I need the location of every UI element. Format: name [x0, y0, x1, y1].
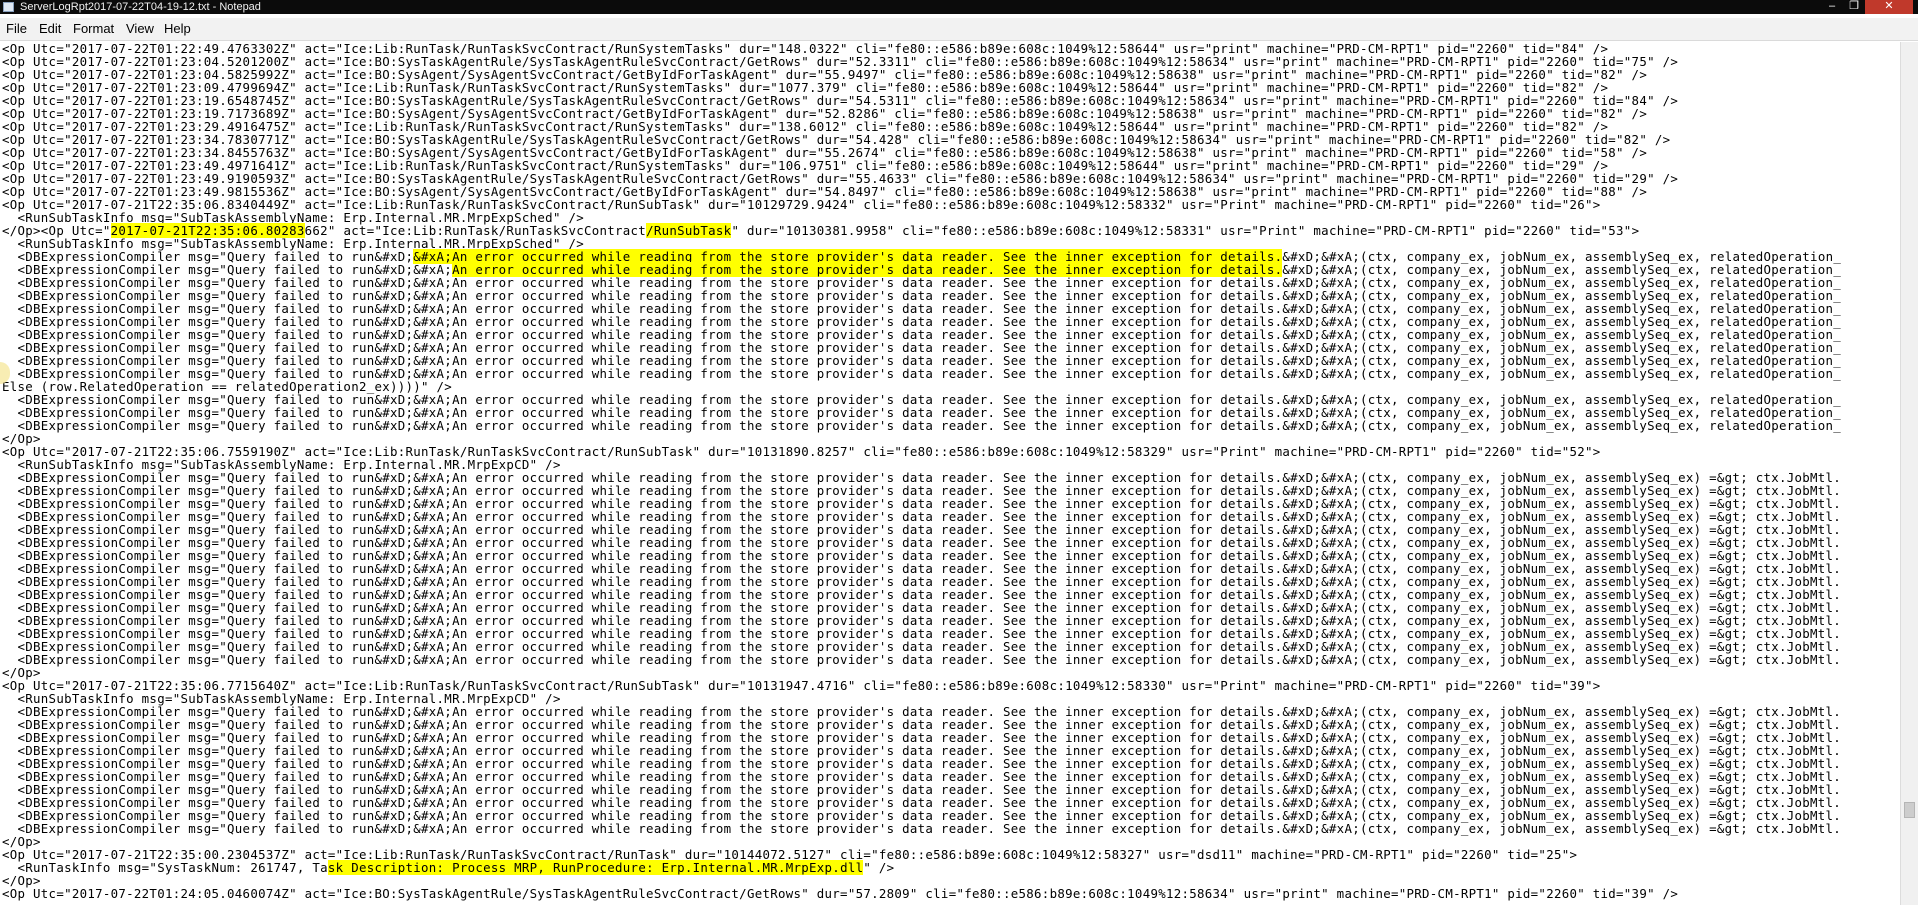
vertical-scrollbar[interactable]	[1900, 42, 1918, 905]
text-line: <Op Utc="2017-07-22T01:24:05.0460074Z" a…	[2, 886, 1679, 901]
menu-file[interactable]: File	[4, 21, 29, 37]
text-editor[interactable]: <Op Utc="2017-07-22T01:22:49.4763302Z" a…	[0, 42, 1900, 905]
notepad-icon	[3, 2, 14, 12]
text-line: <RunTaskInfo msg="SysTaskNum: 261747, Ta…	[2, 860, 895, 875]
line-segment: <RunTaskInfo msg="SysTaskNum: 261747, Ta	[2, 860, 328, 875]
window-title: ServerLogRpt2017-07-22T04-19-12.txt - No…	[20, 1, 261, 13]
line-segment: " dur="10130381.9958" cli="fe80::e586:b8…	[731, 223, 1640, 238]
minimize-button[interactable]: ‒	[1821, 0, 1843, 14]
highlighted-text: /RunSubTask	[646, 223, 732, 238]
menu-help[interactable]: Help	[162, 21, 193, 37]
highlighted-text: sk Description: Process MRP, RunProcedur…	[327, 860, 864, 875]
text-line: <DBExpressionCompiler msg="Query failed …	[2, 418, 1842, 433]
scrollbar-thumb[interactable]	[1904, 802, 1915, 818]
close-button[interactable]: ✕	[1865, 0, 1913, 14]
text-line: <DBExpressionCompiler msg="Query failed …	[2, 821, 1842, 836]
text-line: <DBExpressionCompiler msg="Query failed …	[2, 652, 1842, 667]
menu-edit[interactable]: Edit	[37, 21, 63, 37]
maximize-button[interactable]: ❐	[1843, 0, 1865, 14]
menu-format[interactable]: Format	[71, 21, 116, 37]
menu-view[interactable]: View	[124, 21, 156, 37]
line-segment: " />	[863, 860, 895, 875]
title-bar: ServerLogRpt2017-07-22T04-19-12.txt - No…	[0, 0, 1918, 14]
menu-bar: File Edit Format View Help	[0, 18, 1918, 41]
